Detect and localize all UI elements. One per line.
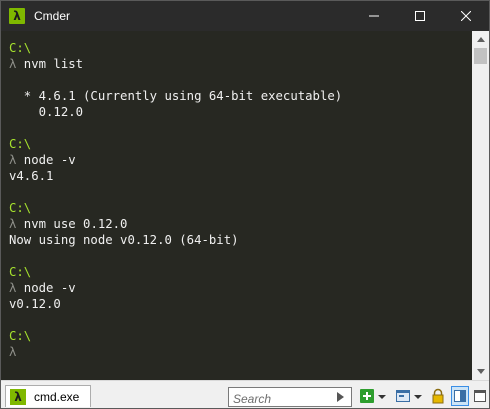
console-path-line: C:\ bbox=[9, 264, 472, 280]
console-output-line: v0.12.0 bbox=[9, 296, 472, 312]
window-controls bbox=[351, 1, 489, 31]
console-path-line: C:\ bbox=[9, 200, 472, 216]
lock-icon[interactable] bbox=[430, 388, 446, 404]
arrow-up-icon bbox=[476, 37, 485, 42]
search-input[interactable] bbox=[229, 390, 329, 408]
search-icon[interactable] bbox=[336, 391, 348, 403]
scroll-up-button[interactable] bbox=[472, 31, 489, 48]
console-prompt-line: λ bbox=[9, 344, 472, 360]
console-prompt-line: λ node -v bbox=[9, 280, 472, 296]
window-title: Cmder bbox=[34, 9, 71, 23]
maximize-icon[interactable] bbox=[472, 388, 488, 404]
close-button[interactable] bbox=[443, 1, 489, 31]
output-text: 0.12.0 bbox=[9, 105, 84, 119]
path-text: C:\ bbox=[9, 265, 32, 279]
console-path-line: C:\ bbox=[9, 136, 472, 152]
scroll-thumb[interactable] bbox=[474, 48, 487, 64]
prompt-lambda: λ bbox=[9, 345, 17, 359]
minimize-button[interactable] bbox=[351, 1, 397, 31]
output-text: v4.6.1 bbox=[9, 169, 54, 183]
path-text: C:\ bbox=[9, 137, 32, 151]
console-output-line: Now using node v0.12.0 (64-bit) bbox=[9, 232, 472, 248]
path-text: C:\ bbox=[9, 329, 32, 343]
title-bar[interactable]: λ Cmder bbox=[1, 1, 489, 31]
console-prompt-line: λ node -v bbox=[9, 152, 472, 168]
console-output-line: 0.12.0 bbox=[9, 104, 472, 120]
console-prompt-line: λ nvm list bbox=[9, 56, 472, 72]
new-console-icon[interactable] bbox=[359, 388, 375, 404]
output-text: * 4.6.1 (Currently using 64-bit executab… bbox=[9, 89, 343, 103]
arrow-down-icon bbox=[476, 369, 485, 374]
console-prompt-line: λ nvm use 0.12.0 bbox=[9, 216, 472, 232]
path-text: C:\ bbox=[9, 201, 32, 215]
console-output[interactable]: C:\ λ nvm list * 4.6.1 (Currently using 6… bbox=[1, 31, 472, 380]
dropdown-arrow-icon[interactable] bbox=[413, 388, 423, 404]
path-text: C:\ bbox=[9, 41, 32, 55]
prompt-text: λ node -v bbox=[9, 153, 76, 167]
output-text: Now using node v0.12.0 (64-bit) bbox=[9, 233, 239, 247]
prompt-text: λ node -v bbox=[9, 281, 76, 295]
cmder-app-icon: λ bbox=[9, 8, 25, 24]
split-view-icon[interactable] bbox=[451, 386, 469, 406]
maximize-button[interactable] bbox=[397, 1, 443, 31]
command-text: node -v bbox=[16, 153, 76, 167]
scroll-down-button[interactable] bbox=[472, 363, 489, 380]
close-icon bbox=[461, 11, 471, 21]
maximize-icon bbox=[415, 11, 425, 21]
command-text: nvm list bbox=[16, 57, 84, 71]
status-bar: λ cmd.exe bbox=[1, 380, 489, 408]
vertical-scrollbar[interactable] bbox=[472, 31, 489, 380]
console-path-line: C:\ bbox=[9, 40, 472, 56]
cmder-window: λ Cmder C:\ λ nvm list * 4.6.1 (Currently… bbox=[0, 0, 490, 409]
console-output-line: * 4.6.1 (Currently using 64-bit executab… bbox=[9, 88, 472, 104]
command-text: nvm use 0.12.0 bbox=[16, 217, 128, 231]
output-text: v0.12.0 bbox=[9, 297, 61, 311]
prompt-text: λ nvm use 0.12.0 bbox=[9, 217, 127, 231]
console-tab[interactable]: λ cmd.exe bbox=[5, 385, 91, 407]
prompt-text: λ bbox=[9, 345, 16, 359]
tab-label: cmd.exe bbox=[34, 389, 80, 404]
console-window-icon[interactable] bbox=[395, 388, 411, 404]
minimize-icon bbox=[369, 15, 379, 17]
search-box bbox=[228, 387, 352, 408]
dropdown-arrow-icon[interactable] bbox=[377, 388, 387, 404]
prompt-text: λ nvm list bbox=[9, 57, 83, 71]
tab-lambda-icon: λ bbox=[10, 388, 26, 405]
console-output-line: v4.6.1 bbox=[9, 168, 472, 184]
command-text: node -v bbox=[16, 281, 76, 295]
console-path-line: C:\ bbox=[9, 328, 472, 344]
